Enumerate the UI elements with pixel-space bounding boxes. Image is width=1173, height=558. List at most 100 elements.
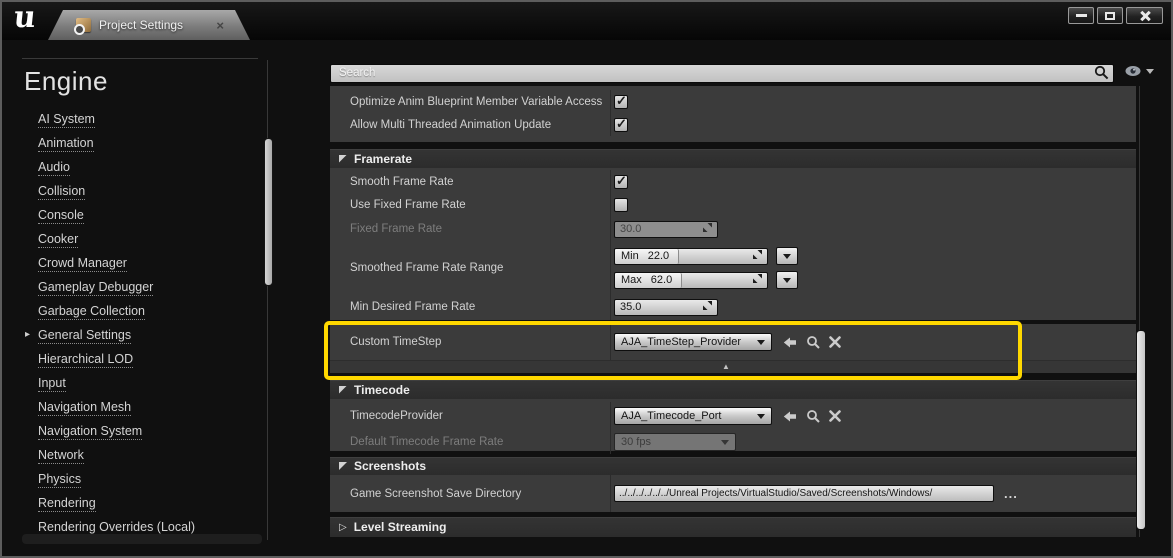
- maximize-button[interactable]: [1097, 7, 1123, 24]
- sidebar-item-audio[interactable]: Audio: [16, 155, 276, 179]
- min-frame-rate-input[interactable]: Min 22.0: [614, 247, 768, 265]
- find-asset-magnifier-icon[interactable]: [806, 335, 820, 349]
- sidebar-item-cooker[interactable]: Cooker: [16, 227, 276, 251]
- check-icon: ✓: [616, 115, 627, 131]
- fixed-frame-rate-input: 30.0: [614, 220, 718, 238]
- setting-label: Min Desired Frame Rate: [350, 301, 476, 313]
- maximize-icon: [1105, 11, 1115, 20]
- tab-project-settings[interactable]: Project Settings ×: [48, 10, 250, 40]
- close-icon: [1139, 10, 1151, 22]
- optimize-anim-checkbox[interactable]: ✓: [614, 92, 628, 109]
- section-header-screenshots[interactable]: Screenshots: [330, 457, 1136, 475]
- sidebar-item-crowd-manager[interactable]: Crowd Manager: [16, 251, 276, 275]
- chevron-down-icon: [1146, 68, 1154, 74]
- custom-timestep-dropdown[interactable]: AJA_TimeStep_Provider: [614, 333, 772, 351]
- setting-row-optimize-anim: Optimize Anim Blueprint Member Variable …: [330, 90, 1136, 113]
- clear-asset-x-icon[interactable]: [829, 410, 841, 422]
- clear-asset-x-icon[interactable]: [829, 336, 841, 348]
- advanced-collapse-toggle[interactable]: ▲: [330, 360, 1136, 373]
- multi-threaded-checkbox[interactable]: ✓: [614, 115, 628, 132]
- sidebar-item-navigation-system[interactable]: Navigation System: [16, 419, 276, 443]
- check-icon: ✓: [616, 92, 627, 108]
- search-icon: [1094, 65, 1109, 85]
- setting-row-timecode-provider: TimecodeProvider AJA_Timecode_Port: [330, 402, 1136, 430]
- chevron-down-icon: [757, 413, 765, 419]
- setting-row-use-fixed-frame-rate: Use Fixed Frame Rate ✓: [330, 193, 1136, 216]
- sidebar-item-general-settings[interactable]: ▸ General Settings: [16, 323, 276, 347]
- setting-row-smooth-frame-rate: Smooth Frame Rate ✓: [330, 170, 1136, 193]
- setting-row-min-desired-frame-rate: Min Desired Frame Rate 35.0: [330, 294, 1136, 320]
- framerate-block: Smooth Frame Rate ✓ Use Fixed Frame Rate…: [330, 168, 1136, 320]
- max-frame-rate-dropdown-button[interactable]: [776, 271, 798, 289]
- diagonal-arrows-icon: [753, 250, 762, 262]
- section-header-level-streaming[interactable]: ▷ Level Streaming: [330, 517, 1136, 537]
- triangle-expanded-icon: [339, 462, 347, 470]
- setting-label: Use Fixed Frame Rate: [350, 198, 466, 211]
- sidebar-item-collision[interactable]: Collision: [16, 179, 276, 203]
- max-frame-rate-input[interactable]: Max 62.0: [614, 271, 768, 289]
- screenshot-directory-input[interactable]: ../../../../../../Unreal Projects/Virtua…: [614, 485, 994, 502]
- sidebar-item-network[interactable]: Network: [16, 443, 276, 467]
- setting-row-multi-threaded: Allow Multi Threaded Animation Update ✓: [330, 113, 1136, 136]
- smooth-frame-rate-checkbox[interactable]: ✓: [614, 172, 628, 189]
- timecode-block: TimecodeProvider AJA_Timecode_Port Defau…: [330, 399, 1136, 454]
- sidebar-item-gameplay-debugger[interactable]: Gameplay Debugger: [16, 275, 276, 299]
- sidebar-item-garbage-collection[interactable]: Garbage Collection: [16, 299, 276, 323]
- sidebar-item-console[interactable]: Console: [16, 203, 276, 227]
- screenshots-block: Game Screenshot Save Directory ../../../…: [330, 475, 1136, 512]
- diagonal-arrows-icon: [753, 274, 762, 286]
- main-scrollbar-thumb[interactable]: [1136, 330, 1146, 530]
- timecode-provider-dropdown[interactable]: AJA_Timecode_Port: [614, 407, 772, 425]
- minimize-button[interactable]: [1068, 7, 1094, 24]
- chevron-down-icon: [721, 439, 729, 445]
- default-timecode-rate-dropdown: 30 fps: [614, 433, 736, 451]
- use-fixed-frame-rate-checkbox[interactable]: ✓: [614, 197, 628, 212]
- triangle-up-icon: ▲: [722, 362, 730, 371]
- sidebar-heading: Engine: [24, 66, 108, 96]
- section-header-framerate[interactable]: Framerate: [330, 149, 1136, 168]
- setting-label: Optimize Anim Blueprint Member Variable …: [350, 95, 603, 108]
- title-bar: u Project Settings ×: [2, 2, 1171, 40]
- setting-label: Custom TimeStep: [350, 336, 442, 348]
- section-title: Framerate: [354, 151, 413, 166]
- tab-title: Project Settings: [99, 18, 184, 32]
- assign-asset-arrow-left-icon[interactable]: [783, 410, 797, 423]
- min-desired-frame-rate-input[interactable]: 35.0: [614, 298, 718, 316]
- browse-directory-button[interactable]: ...: [1004, 487, 1018, 500]
- sidebar-scrollbar-thumb[interactable]: [264, 138, 273, 286]
- setting-label: Smoothed Frame Rate Range: [350, 262, 504, 274]
- sidebar-item-input[interactable]: Input: [16, 371, 276, 395]
- sidebar-item-navigation-mesh[interactable]: Navigation Mesh: [16, 395, 276, 419]
- sidebar-item-physics[interactable]: Physics: [16, 467, 276, 491]
- selected-item-pointer-icon: ▸: [25, 329, 31, 340]
- diagonal-arrows-icon: [703, 223, 712, 235]
- assign-asset-arrow-left-icon[interactable]: [783, 336, 797, 349]
- find-asset-magnifier-icon[interactable]: [806, 409, 820, 423]
- setting-row-custom-timestep: Custom TimeStep AJA_TimeStep_Provider: [330, 324, 1136, 360]
- unreal-engine-logo-icon: u: [12, 0, 38, 35]
- setting-row-fixed-frame-rate: Fixed Frame Rate 30.0: [330, 216, 1136, 242]
- check-icon: ✓: [616, 172, 627, 188]
- sidebar-item-hierarchical-lod[interactable]: Hierarchical LOD: [16, 347, 276, 371]
- setting-row-smoothed-frame-rate-range: Smoothed Frame Rate Range Min 22.0 Max 6…: [330, 242, 1136, 294]
- max-label: Max: [621, 274, 642, 286]
- section-title: Timecode: [354, 382, 410, 397]
- setting-label: TimecodeProvider: [350, 410, 443, 422]
- min-frame-rate-dropdown-button[interactable]: [776, 247, 798, 265]
- chevron-down-icon: [783, 253, 791, 259]
- chevron-down-icon: [783, 277, 791, 283]
- sidebar-item-animation[interactable]: Animation: [16, 131, 276, 155]
- search-input[interactable]: [330, 63, 1114, 83]
- tab-close-icon[interactable]: ×: [216, 19, 224, 32]
- custom-timestep-block: Custom TimeStep AJA_TimeStep_Provider ▲: [330, 324, 1136, 373]
- sidebar-item-ai-system[interactable]: AI System: [16, 107, 276, 131]
- sidebar-item-rendering[interactable]: Rendering: [16, 491, 276, 515]
- sidebar-item-clipped: [22, 534, 262, 544]
- section-header-timecode[interactable]: Timecode: [330, 380, 1136, 399]
- animation-rows-block: Optimize Anim Blueprint Member Variable …: [330, 86, 1136, 142]
- close-button[interactable]: [1126, 7, 1163, 24]
- setting-label: Default Timecode Frame Rate: [350, 436, 504, 448]
- triangle-expanded-icon: [339, 154, 347, 163]
- min-label: Min: [621, 250, 639, 262]
- view-options-button[interactable]: [1124, 65, 1154, 77]
